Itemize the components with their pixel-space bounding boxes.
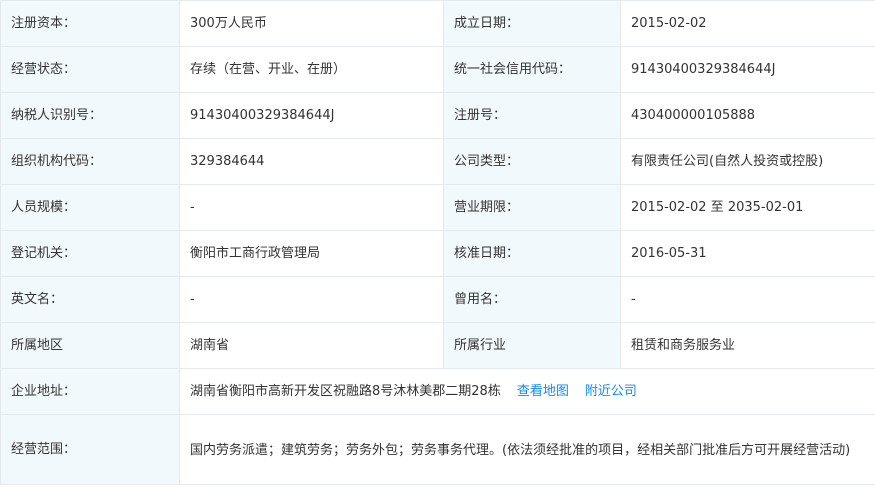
value-registered-capital: 300万人民币	[179, 0, 444, 47]
value-business-scope: 国内劳务派遣；建筑劳务；劳务外包；劳务事务代理。(依法须经批准的项目，经相关部门…	[190, 442, 851, 458]
label-business-scope: 经营范围：	[0, 414, 180, 485]
value-business-term: 2015-02-02 至 2035-02-01	[620, 184, 875, 231]
value-staff-size: -	[179, 184, 444, 231]
value-industry: 租赁和商务服务业	[620, 322, 875, 369]
label-established-date: 成立日期：	[443, 0, 621, 47]
info-row-registered-capital: 注册资本： 300万人民币 成立日期： 2015-02-02	[0, 0, 875, 47]
value-registration-authority: 衡阳市工商行政管理局	[179, 230, 444, 277]
label-org-code: 组织机构代码：	[0, 138, 180, 185]
label-registration-authority: 登记机关：	[0, 230, 180, 277]
value-registration-number: 430400000105888	[620, 92, 875, 139]
label-industry: 所属行业	[443, 322, 621, 369]
info-row-address: 企业地址： 湖南省衡阳市高新开发区祝融路8号沐林美郡二期28栋 查看地图 附近公司	[0, 368, 875, 415]
nearby-companies-link[interactable]: 附近公司	[585, 384, 637, 399]
value-taxpayer-id: 91430400329384644J	[179, 92, 444, 139]
value-approval-date: 2016-05-31	[620, 230, 875, 277]
value-former-name: -	[620, 276, 875, 323]
label-company-type: 公司类型：	[443, 138, 621, 185]
value-address: 湖南省衡阳市高新开发区祝融路8号沐林美郡二期28栋	[190, 383, 501, 399]
label-address: 企业地址：	[0, 368, 180, 415]
view-map-link[interactable]: 查看地图	[517, 384, 569, 399]
label-english-name: 英文名：	[0, 276, 180, 323]
info-row-names: 英文名： - 曾用名： -	[0, 276, 875, 323]
value-business-status: 存续（在营、开业、在册）	[179, 46, 444, 93]
label-approval-date: 核准日期：	[443, 230, 621, 277]
address-cell: 湖南省衡阳市高新开发区祝融路8号沐林美郡二期28栋 查看地图 附近公司	[179, 368, 875, 415]
label-former-name: 曾用名：	[443, 276, 621, 323]
label-taxpayer-id: 纳税人识别号：	[0, 92, 180, 139]
value-established-date: 2015-02-02	[620, 0, 875, 47]
value-org-code: 329384644	[179, 138, 444, 185]
value-english-name: -	[179, 276, 444, 323]
info-row-status: 经营状态： 存续（在营、开业、在册） 统一社会信用代码： 91430400329…	[0, 46, 875, 93]
info-row-region: 所属地区 湖南省 所属行业 租赁和商务服务业	[0, 322, 875, 369]
value-region: 湖南省	[179, 322, 444, 369]
info-row-org-code: 组织机构代码： 329384644 公司类型： 有限责任公司(自然人投资或控股)	[0, 138, 875, 185]
info-row-scope: 经营范围： 国内劳务派遣；建筑劳务；劳务外包；劳务事务代理。(依法须经批准的项目…	[0, 414, 875, 485]
label-business-term: 营业期限：	[443, 184, 621, 231]
info-row-authority: 登记机关： 衡阳市工商行政管理局 核准日期： 2016-05-31	[0, 230, 875, 277]
info-row-staff: 人员规模： - 营业期限： 2015-02-02 至 2035-02-01	[0, 184, 875, 231]
company-info-table: 注册资本： 300万人民币 成立日期： 2015-02-02 经营状态： 存续（…	[0, 0, 875, 485]
value-credit-code: 91430400329384644J	[620, 46, 875, 93]
scope-cell: 国内劳务派遣；建筑劳务；劳务外包；劳务事务代理。(依法须经批准的项目，经相关部门…	[179, 414, 875, 485]
label-staff-size: 人员规模：	[0, 184, 180, 231]
value-company-type: 有限责任公司(自然人投资或控股)	[620, 138, 875, 185]
label-region: 所属地区	[0, 322, 180, 369]
label-credit-code: 统一社会信用代码：	[443, 46, 621, 93]
info-row-tax-id: 纳税人识别号： 91430400329384644J 注册号： 43040000…	[0, 92, 875, 139]
label-business-status: 经营状态：	[0, 46, 180, 93]
label-registered-capital: 注册资本：	[0, 0, 180, 47]
label-registration-number: 注册号：	[443, 92, 621, 139]
